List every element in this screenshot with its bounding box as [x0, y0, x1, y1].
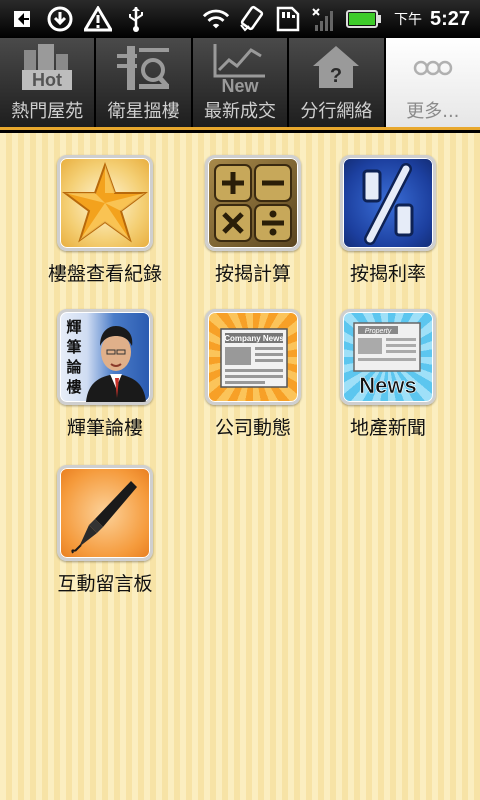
status-bar-notifications	[0, 5, 150, 33]
grid-item-company-news[interactable]: Company News 公司動態	[178, 309, 328, 440]
battery-icon	[345, 5, 382, 33]
property-news-icon: Property News	[340, 309, 436, 405]
tab-branch-network[interactable]: ? 分行網絡	[289, 38, 386, 127]
tab-label: 衛星搵樓	[107, 101, 180, 122]
svg-text:New: New	[222, 76, 260, 94]
columnist-portrait-icon: 輝 筆 論 樓	[57, 309, 153, 405]
svg-text:論: 論	[66, 358, 82, 376]
grid-item-label: 按揭計算	[214, 263, 291, 285]
svg-text:Property: Property	[365, 328, 392, 335]
percent-icon	[340, 155, 436, 251]
calculator-icon	[205, 155, 301, 251]
no-signal-icon	[310, 5, 338, 33]
tab-latest-deals[interactable]: New 最新成交	[192, 38, 290, 127]
sd-card-icon	[274, 5, 302, 33]
svg-text:?: ?	[330, 65, 342, 87]
grid-item-message-board[interactable]: 互動留言板	[30, 465, 180, 596]
tab-label: 分行網絡	[300, 101, 373, 122]
grid-item-mortgage-rates[interactable]: 按揭利率	[313, 155, 463, 286]
tab-label: 最新成交	[204, 101, 277, 122]
star-icon	[57, 155, 153, 251]
company-news-icon: Company News	[205, 309, 301, 405]
grid-item-label: 互動留言板	[57, 573, 153, 595]
more-dots-icon	[397, 39, 469, 95]
grid-item-label: 輝筆論樓	[66, 417, 143, 439]
tab-hot-estates[interactable]: Hot 熱門屋苑	[0, 38, 97, 127]
svg-text:Company News: Company News	[224, 334, 284, 343]
grid-item-label: 按揭利率	[349, 263, 426, 285]
tab-label: 熱門屋苑	[11, 101, 84, 122]
svg-text:筆: 筆	[66, 338, 81, 356]
svg-text:News: News	[359, 373, 416, 398]
usb-icon	[122, 5, 150, 33]
pen-icon	[57, 465, 153, 561]
grid-item-label: 地產新聞	[349, 417, 426, 439]
grid-item-property-news[interactable]: Property News 地產新聞	[313, 309, 463, 440]
usb-debug-icon	[8, 5, 36, 33]
status-bar-system: 下午 5:27	[202, 5, 480, 33]
tab-more[interactable]: 更多...	[385, 38, 480, 127]
tab-bar: Hot 熱門屋苑 衛星搵樓 New 最新成交 ? 分行網絡 更多...	[0, 38, 480, 130]
download-icon	[46, 5, 74, 33]
grid-item-label: 樓盤查看紀錄	[47, 263, 162, 285]
grid-item-label: 公司動態	[214, 417, 291, 439]
hot-building-icon: Hot	[11, 39, 83, 95]
status-bar-ampm: 下午	[393, 12, 422, 28]
tab-satellite-search[interactable]: 衛星搵樓	[96, 38, 193, 127]
grid-item-mortgage-calculator[interactable]: 按揭計算	[178, 155, 328, 286]
grid-item-viewing-history[interactable]: 樓盤查看紀錄	[30, 155, 180, 286]
svg-text:樓: 樓	[66, 378, 81, 396]
status-bar: 下午 5:27	[0, 0, 480, 38]
status-bar-time: 5:27	[429, 7, 470, 30]
satellite-search-icon	[108, 39, 180, 95]
new-chart-icon: New	[204, 39, 276, 95]
svg-text:Hot: Hot	[32, 70, 62, 90]
svg-text:輝: 輝	[66, 318, 81, 336]
rotate-icon	[238, 5, 266, 33]
warning-icon	[84, 5, 112, 33]
wifi-icon	[202, 5, 230, 33]
more-menu-grid: 樓盤查看紀錄 按揭計算 按揭利率 輝 筆 論 樓 輝筆論樓 Company Ne…	[0, 133, 480, 800]
tab-label: 更多...	[406, 101, 460, 122]
branch-house-icon: ?	[300, 39, 372, 95]
grid-item-columnist[interactable]: 輝 筆 論 樓 輝筆論樓	[30, 309, 180, 440]
